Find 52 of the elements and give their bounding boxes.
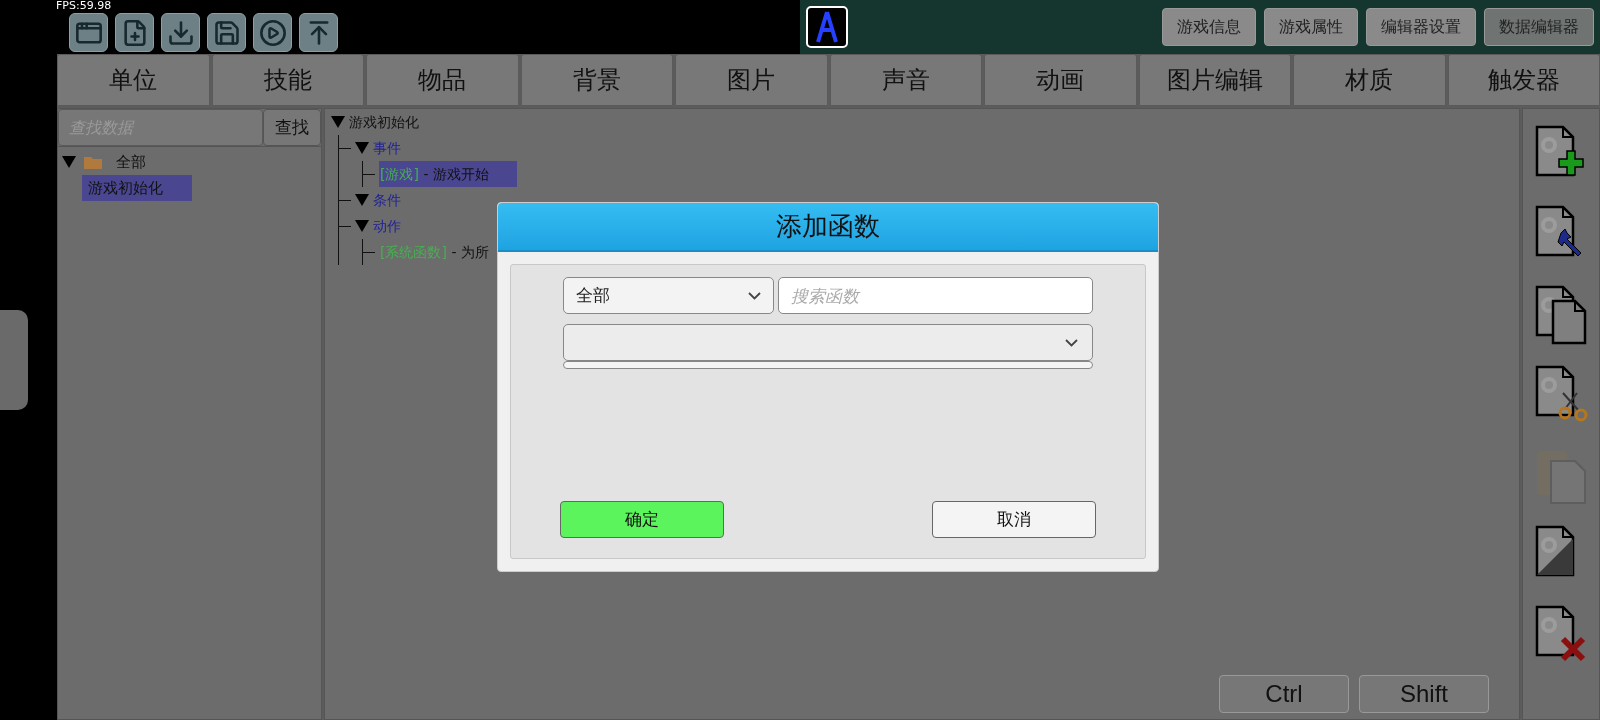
expand-triangle-icon[interactable] xyxy=(355,220,369,232)
expand-triangle-icon[interactable] xyxy=(62,156,76,168)
tab[interactable]: 触发器 xyxy=(1447,54,1600,106)
header-button[interactable]: 编辑器设置 xyxy=(1366,8,1476,46)
save-icon xyxy=(212,18,241,47)
search-button[interactable]: 查找 xyxy=(263,109,321,146)
trigger-entry[interactable]: [系统函数] - 为所 xyxy=(379,239,490,265)
chevron-down-icon xyxy=(748,291,761,300)
window-button[interactable] xyxy=(69,13,108,52)
save-button[interactable] xyxy=(207,13,246,52)
trigger-section[interactable]: 事件 xyxy=(373,135,401,161)
tab[interactable]: 图片 xyxy=(675,54,828,106)
tab[interactable]: 图片编辑 xyxy=(1138,54,1291,106)
logo-icon[interactable] xyxy=(806,6,848,48)
cancel-button[interactable]: 取消 xyxy=(932,501,1096,538)
copy-document-icon[interactable] xyxy=(1533,283,1589,345)
trigger-name[interactable]: 游戏初始化 xyxy=(349,109,419,135)
tab[interactable]: 技能 xyxy=(211,54,364,106)
play-icon xyxy=(258,18,287,47)
side-handle[interactable] xyxy=(0,310,28,410)
chevron-down-icon xyxy=(1065,338,1078,347)
tree-item[interactable]: 全部 xyxy=(110,149,152,175)
trigger-section[interactable]: 条件 xyxy=(373,187,401,213)
tab[interactable]: 物品 xyxy=(366,54,519,106)
search-field[interactable]: 搜索函数 xyxy=(778,277,1093,314)
fps-counter: FPS:59.98 xyxy=(56,0,112,12)
modifier-key-button[interactable]: Shift xyxy=(1359,675,1489,713)
tab[interactable]: 动画 xyxy=(984,54,1137,106)
new-file-button[interactable] xyxy=(115,13,154,52)
download-icon xyxy=(166,18,195,47)
download-button[interactable] xyxy=(161,13,200,52)
dialog-title: 添加函数 xyxy=(498,203,1158,252)
confirm-button[interactable]: 确定 xyxy=(560,501,724,538)
header-button[interactable]: 游戏信息 xyxy=(1162,8,1256,46)
tab[interactable]: 背景 xyxy=(520,54,673,106)
expand-triangle-icon[interactable] xyxy=(331,116,345,128)
expand-triangle-icon[interactable] xyxy=(355,194,369,206)
modifier-key-button[interactable]: Ctrl xyxy=(1219,675,1349,713)
trigger-entry[interactable]: [游戏] - 游戏开始 xyxy=(379,161,517,187)
tab[interactable]: 单位 xyxy=(57,54,210,106)
trigger-section[interactable]: 动作 xyxy=(373,213,401,239)
category-dropdown[interactable]: 全部 xyxy=(563,277,774,314)
play-button[interactable] xyxy=(253,13,292,52)
folder-icon xyxy=(84,155,102,169)
expand-triangle-icon[interactable] xyxy=(355,142,369,154)
function-dropdown[interactable] xyxy=(563,324,1093,361)
tab[interactable]: 声音 xyxy=(829,54,982,106)
tab[interactable]: 材质 xyxy=(1293,54,1446,106)
tree-item[interactable]: 游戏初始化 xyxy=(82,175,192,201)
header-button[interactable]: 数据编辑器 xyxy=(1484,8,1594,46)
header-button[interactable]: 游戏属性 xyxy=(1264,8,1358,46)
upload-button[interactable] xyxy=(299,13,338,52)
